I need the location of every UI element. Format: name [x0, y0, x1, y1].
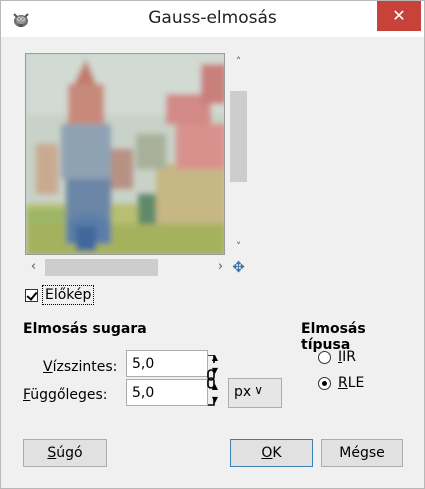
cancel-button[interactable]: Mégse: [321, 439, 403, 467]
preview-vertical-scrollbar[interactable]: ˄ ˅: [230, 53, 247, 255]
dialog-content: ˄ ˅ ‹ › ✥ Előkép Elmosás sugara Vízszint…: [8, 37, 417, 483]
close-button[interactable]: ✕: [377, 1, 421, 31]
chevron-down-icon: ∨: [254, 383, 263, 397]
vertical-label: Függőleges:: [23, 387, 108, 403]
scroll-right-icon[interactable]: ›: [212, 259, 229, 276]
rle-radio[interactable]: [318, 376, 331, 390]
horizontal-radius-field[interactable]: ▲ ▼: [126, 350, 218, 377]
iir-label[interactable]: IIR: [338, 349, 356, 365]
blurred-preview-graphic: [26, 54, 224, 254]
scroll-down-icon[interactable]: ˅: [230, 238, 247, 255]
horizontal-label: Vízszintes:: [43, 359, 118, 375]
radius-section-title: Elmosás sugara: [23, 321, 147, 337]
preview-horizontal-scrollbar[interactable]: ‹ ›: [25, 259, 229, 276]
unit-dropdown[interactable]: px ∨: [228, 378, 282, 408]
preview-checkbox-label[interactable]: Előkép: [42, 285, 95, 305]
horizontal-radius-input[interactable]: [132, 355, 188, 373]
chain-link-icon[interactable]: [206, 355, 216, 407]
rle-label[interactable]: RLE: [338, 375, 364, 391]
vertical-radius-field[interactable]: ▲ ▼: [126, 379, 218, 406]
ok-button[interactable]: OK: [230, 439, 313, 467]
horizontal-scroll-thumb[interactable]: [45, 259, 158, 276]
close-icon: ✕: [392, 6, 406, 25]
preview-checkbox[interactable]: [25, 288, 38, 302]
blur-type-option-rle[interactable]: RLE: [318, 375, 364, 391]
preview-image[interactable]: [25, 53, 225, 255]
unit-value: px: [234, 384, 252, 400]
window-title: Gauss-elmosás: [148, 8, 277, 28]
blur-type-option-iir[interactable]: IIR: [318, 349, 356, 365]
title-bar[interactable]: Gauss-elmosás ✕: [1, 1, 424, 37]
scroll-up-icon[interactable]: ˄: [230, 53, 247, 70]
help-button[interactable]: Súgó: [23, 439, 107, 467]
dialog-window: Gauss-elmosás ✕ ˄ ˅ ‹ › ✥ Előkép Elmosás…: [0, 0, 425, 489]
scroll-left-icon[interactable]: ‹: [25, 259, 42, 276]
iir-radio[interactable]: [318, 350, 331, 364]
four-arrows-move-icon[interactable]: ✥: [230, 259, 247, 276]
vertical-radius-input[interactable]: [132, 384, 188, 402]
vertical-scroll-thumb[interactable]: [230, 91, 247, 182]
preview-toggle[interactable]: Előkép: [25, 285, 95, 305]
